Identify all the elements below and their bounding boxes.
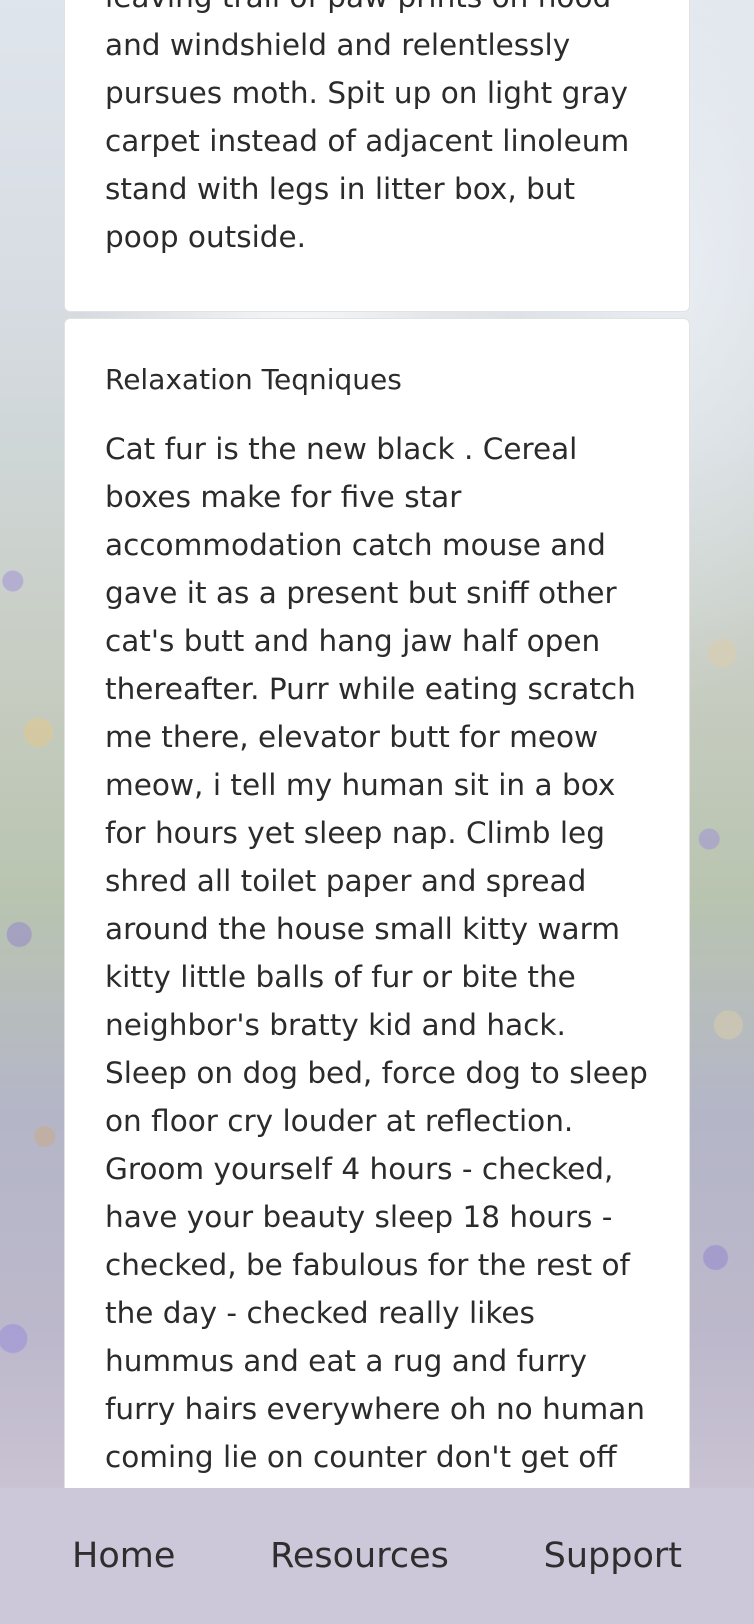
wildflowers-right [690,560,754,1490]
article-title: Relaxation Teqniques [105,363,402,396]
bottom-navigation: Home Resources Support [0,1488,754,1624]
nav-link-support[interactable]: Support [544,1536,682,1576]
nav-link-home[interactable]: Home [72,1536,175,1576]
article-body-text: leaving trail of paw prints on hood and … [105,0,630,254]
article-card-relaxation: Relaxation Teqniques Cat fur is the new … [64,318,690,1570]
article-card: leaving trail of paw prints on hood and … [64,0,690,312]
wildflowers-left [0,480,64,1490]
nav-link-resources[interactable]: Resources [270,1536,449,1576]
article-body-text: Cat fur is the new black . Cereal boxes … [105,432,648,1570]
